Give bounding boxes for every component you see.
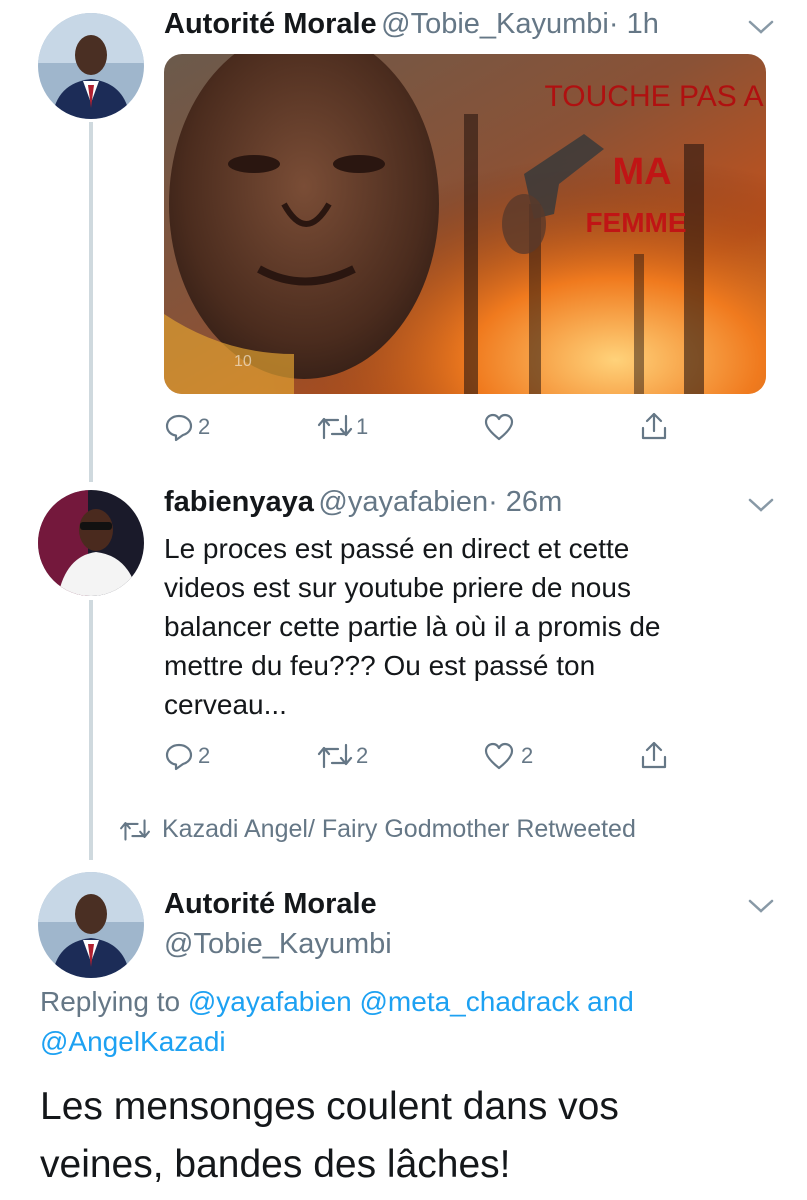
- retweet-button[interactable]: 2: [316, 741, 368, 771]
- replying-to: Replying to @yayafabien @meta_chadrack a…: [40, 982, 780, 1062]
- retweet-icon: [317, 743, 353, 769]
- reply-icon: [165, 414, 193, 442]
- like-count: 2: [521, 743, 534, 768]
- chevron-down-icon[interactable]: [747, 496, 775, 514]
- avatar[interactable]: [38, 490, 144, 596]
- tweet-text-line: mettre du feu??? Ou est passé ton: [164, 650, 596, 681]
- replying-handles[interactable]: @yayafabien @meta_chadrack: [188, 986, 580, 1017]
- reply-button[interactable]: 2: [164, 741, 210, 771]
- retweet-notice-text: Kazadi Angel/ Fairy Godmother Retweeted: [162, 815, 636, 843]
- replying-prefix: Replying to: [40, 986, 181, 1017]
- share-icon: [641, 412, 667, 440]
- reply-count: 2: [198, 743, 211, 768]
- retweet-icon: [317, 414, 353, 440]
- chevron-down-icon[interactable]: [747, 897, 775, 915]
- like-button[interactable]: 2: [483, 741, 533, 771]
- media-text-line2: MA: [612, 151, 671, 193]
- thread-line-1: [89, 122, 93, 482]
- media-watermark: 10: [234, 353, 252, 370]
- author-name[interactable]: fabienyaya: [164, 486, 314, 518]
- like-button[interactable]: [483, 412, 515, 442]
- share-button[interactable]: [638, 739, 670, 771]
- author-name[interactable]: Autorité Morale: [164, 888, 377, 921]
- tweet-time[interactable]: · 26m: [488, 486, 562, 518]
- replying-handle-last[interactable]: @AngelKazadi: [40, 1026, 226, 1057]
- tweet-text-line: balancer cette partie là où il a promis …: [164, 611, 661, 642]
- retweet-count: 2: [356, 743, 369, 768]
- tweet-text: Le proces est passé en direct et cette v…: [164, 529, 764, 724]
- retweet-button[interactable]: 1: [316, 412, 368, 442]
- tweet-text-line: videos est sur youtube priere de nous: [164, 572, 631, 603]
- retweet-count: 1: [356, 414, 369, 439]
- tweet-media[interactable]: TOUCHE PAS A MA FEMME 10: [164, 54, 766, 394]
- replying-and[interactable]: and: [587, 986, 634, 1017]
- retweet-icon: [120, 818, 150, 841]
- heart-icon: [484, 742, 514, 770]
- avatar[interactable]: [38, 872, 144, 978]
- media-text-line1: TOUCHE PAS A: [545, 80, 764, 113]
- author-name[interactable]: Autorité Morale: [164, 8, 377, 40]
- author-handle[interactable]: @Tobie_Kayumbi: [164, 928, 392, 961]
- thread-line-2: [89, 600, 93, 860]
- author-handle[interactable]: @Tobie_Kayumbi: [381, 8, 609, 40]
- tweet-time[interactable]: · 1h: [609, 8, 659, 40]
- share-button[interactable]: [638, 410, 670, 442]
- author-handle[interactable]: @yayafabien: [318, 486, 488, 518]
- heart-icon: [484, 413, 514, 441]
- avatar[interactable]: [38, 13, 144, 119]
- media-image: TOUCHE PAS A MA FEMME 10: [164, 54, 766, 394]
- chevron-down-icon[interactable]: [747, 18, 775, 36]
- reply-button[interactable]: 2: [164, 412, 210, 442]
- reply-icon: [165, 743, 193, 771]
- media-text-line3: FEMME: [585, 207, 686, 238]
- share-icon: [641, 741, 667, 769]
- tweet-text-line: veines, bandes des lâches!: [40, 1143, 511, 1186]
- tweet-text-line: Les mensonges coulent dans vos: [40, 1085, 619, 1128]
- retweet-notice[interactable]: Kazadi Angel/ Fairy Godmother Retweeted: [118, 815, 636, 844]
- tweet-text-line: Le proces est passé en direct et cette: [164, 533, 630, 564]
- tweet-text: Les mensonges coulent dans vos veines, b…: [40, 1078, 800, 1194]
- tweet-text-line: cerveau...: [164, 689, 287, 720]
- reply-count: 2: [198, 414, 211, 439]
